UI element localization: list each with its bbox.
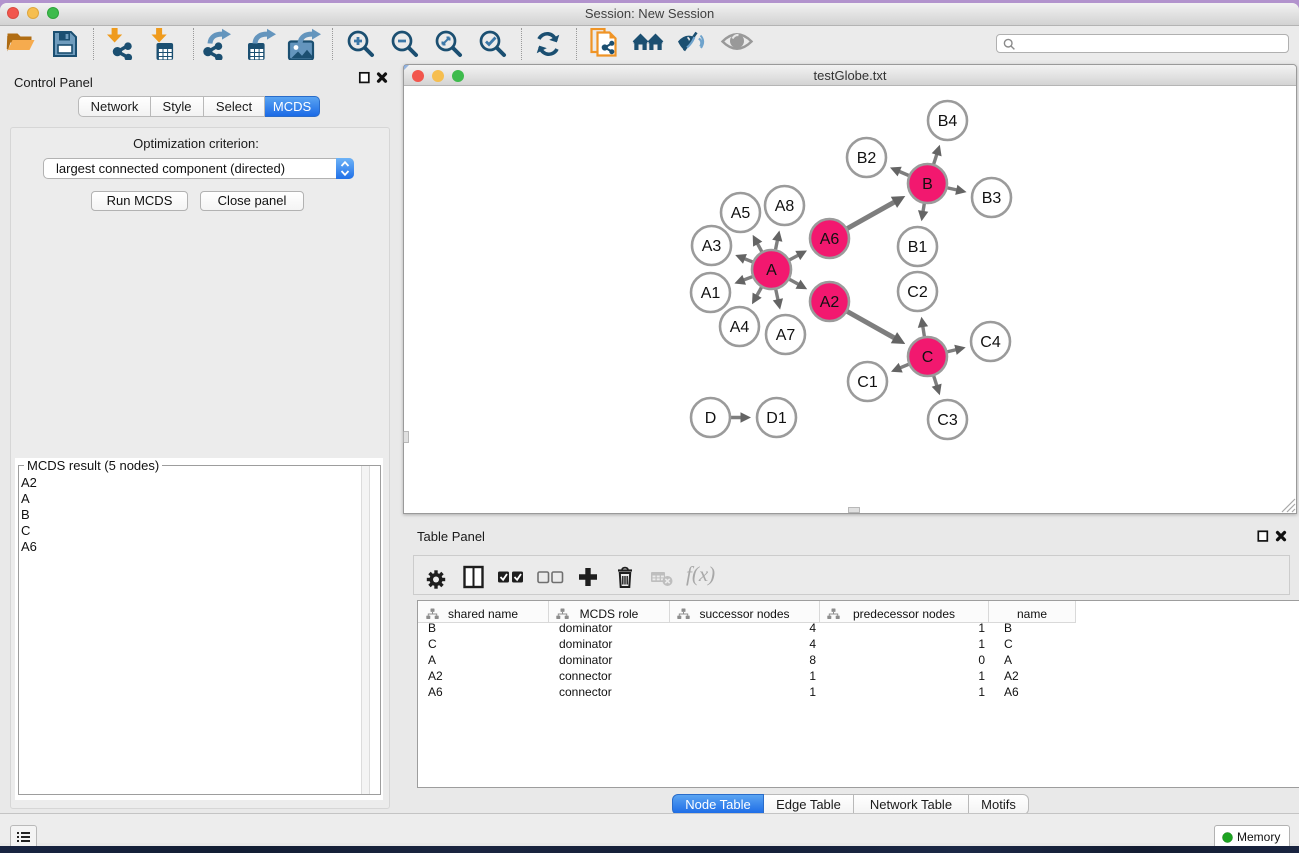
svg-text:A4: A4: [730, 319, 750, 336]
svg-text:C3: C3: [937, 412, 958, 429]
svg-text:B3: B3: [982, 190, 1002, 207]
svg-text:C: C: [922, 349, 934, 366]
svg-text:C2: C2: [907, 284, 928, 301]
svg-text:A5: A5: [731, 205, 751, 222]
svg-text:B: B: [922, 176, 933, 193]
svg-text:B4: B4: [938, 113, 958, 130]
svg-text:C4: C4: [980, 334, 1001, 351]
svg-text:B2: B2: [857, 150, 877, 167]
svg-text:D: D: [705, 410, 717, 427]
svg-text:D1: D1: [766, 410, 787, 427]
svg-text:A: A: [766, 262, 777, 279]
svg-text:A1: A1: [701, 285, 721, 302]
svg-text:A7: A7: [776, 327, 796, 344]
svg-text:A2: A2: [820, 294, 840, 311]
svg-text:A8: A8: [775, 198, 795, 215]
svg-text:B1: B1: [908, 239, 928, 256]
svg-text:A6: A6: [820, 231, 840, 248]
svg-text:A3: A3: [702, 238, 722, 255]
svg-text:C1: C1: [857, 374, 878, 391]
